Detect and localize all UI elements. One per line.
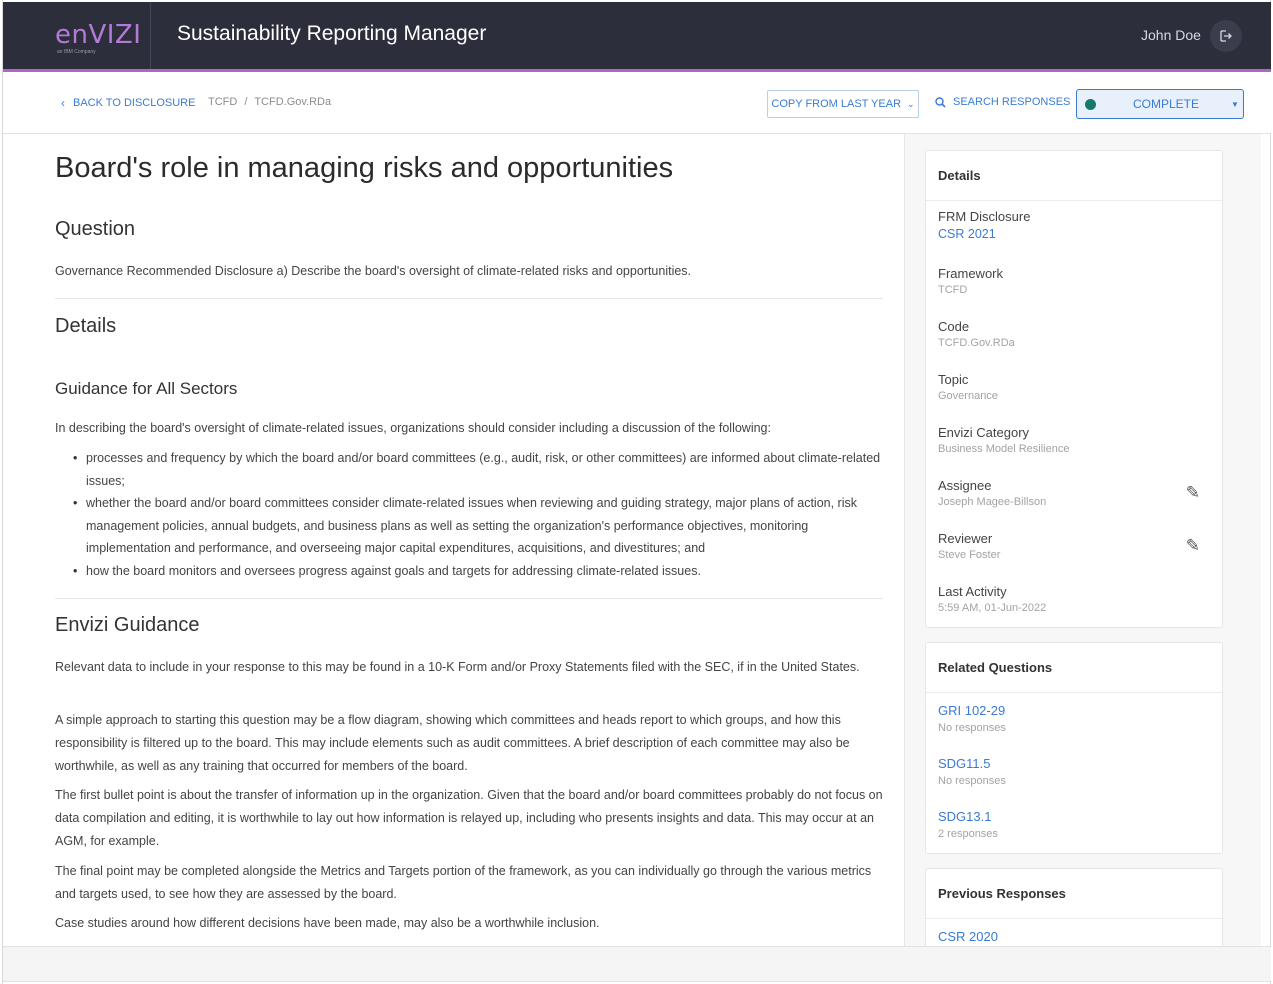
field-envizi-category: Envizi Category Business Model Resilienc… [938,425,1069,455]
field-label: Topic [938,372,969,387]
response-count: 2 responses [938,828,998,840]
status-dropdown[interactable]: COMPLETE ▼ [1076,89,1244,119]
previous-response-item: CSR 2020 [938,929,998,944]
details-heading: Details [55,315,117,337]
related-question-item: SDG11.5 No responses [938,756,1006,787]
question-text: Governance Recommended Disclosure a) Des… [55,264,692,278]
list-item: processes and frequency by which the boa… [73,447,883,492]
guidance-heading: Guidance for All Sectors [55,379,238,398]
main-content: Board's role in managing risks and oppor… [55,134,885,946]
list-item: whether the board and/or board committee… [73,492,883,560]
field-value: Joseph Magee-Billson [938,496,1047,508]
page-title: Board's role in managing risks and oppor… [55,152,674,184]
envizi-guidance-heading: Envizi Guidance [55,614,200,636]
action-toolbar: ‹ BACK TO DISCLOSURE TCFD / TCFD.Gov.RDa… [3,72,1271,134]
field-last-activity: Last Activity 5:59 AM, 01-Jun-2022 [938,584,1046,614]
footer-bar [3,946,1271,982]
details-card: Details FRM Disclosure CSR 2021 Framewor… [925,150,1223,628]
related-questions-card: Related Questions GRI 102-29 No response… [925,642,1223,854]
back-to-disclosure-link[interactable]: ‹ BACK TO DISCLOSURE [61,96,195,110]
field-value: TCFD.Gov.RDa [938,337,1015,349]
logo-text: enVIZI [55,20,142,50]
related-question-item: SDG13.1 2 responses [938,809,998,840]
logout-icon [1220,30,1232,42]
response-count: No responses [938,722,1006,734]
details-sidebar: Details FRM Disclosure CSR 2021 Framewor… [904,134,1261,946]
search-responses-button[interactable]: SEARCH RESPONSES [935,96,1070,108]
related-question-link[interactable]: GRI 102-29 [938,703,1006,718]
window-border-right [1270,0,1271,984]
field-label: Reviewer [938,531,993,546]
breadcrumb-framework[interactable]: TCFD [208,96,237,108]
divider [55,298,883,299]
back-label: BACK TO DISCLOSURE [73,97,196,109]
field-label: FRM Disclosure [938,209,1031,224]
status-value: COMPLETE [1133,97,1200,111]
edit-reviewer-icon[interactable]: ✎ [1186,536,1200,556]
app-title: Sustainability Reporting Manager [177,22,487,45]
breadcrumb-separator: / [244,96,248,108]
chevron-down-icon: ⌄ [907,98,915,109]
envizi-paragraph: Relevant data to include in your respons… [55,660,860,674]
previous-responses-card: Previous Responses CSR 2020 [925,868,1223,946]
field-code: Code TCFD.Gov.RDa [938,319,1015,349]
envizi-paragraph: The first bullet point is about the tran… [55,788,883,848]
window-border-left [2,0,3,984]
field-value: 5:59 AM, 01-Jun-2022 [938,602,1047,614]
related-question-link[interactable]: SDG11.5 [938,756,1006,771]
field-value: Business Model Resilience [938,443,1070,455]
field-assignee: Assignee Joseph Magee-Billson [938,478,1046,508]
field-frm-disclosure: FRM Disclosure CSR 2021 [938,209,1030,241]
brand-logo[interactable]: enVIZI an IBM Company [3,2,151,69]
search-icon [935,96,946,108]
field-label: Assignee [938,478,992,493]
top-header: enVIZI an IBM Company Sustainability Rep… [3,2,1271,72]
field-reviewer: Reviewer Steve Foster [938,531,1000,561]
field-label: Framework [938,266,1004,281]
question-heading: Question [55,218,136,240]
chevron-left-icon: ‹ [61,96,65,110]
user-name[interactable]: John Doe [1141,27,1201,43]
edit-assignee-icon[interactable]: ✎ [1186,483,1200,503]
envizi-paragraph: The final point may be completed alongsi… [55,864,872,901]
breadcrumb: TCFD / TCFD.Gov.RDa [208,96,335,108]
envizi-paragraph: A simple approach to starting this quest… [55,713,850,773]
guidance-intro: In describing the board's oversight of c… [55,421,771,435]
field-label: Last Activity [938,584,1007,599]
breadcrumb-code: TCFD.Gov.RDa [254,96,332,108]
guidance-list: processes and frequency by which the boa… [73,447,883,582]
related-question-link[interactable]: SDG13.1 [938,809,998,824]
previous-responses-heading: Previous Responses [926,869,1222,919]
related-questions-heading: Related Questions [926,643,1222,693]
field-label: Envizi Category [938,425,1030,440]
envizi-paragraph: Case studies around how different decisi… [55,916,600,930]
previous-response-link[interactable]: CSR 2020 [938,929,998,944]
status-dot-icon [1085,98,1096,110]
related-question-item: GRI 102-29 No responses [938,703,1006,734]
copy-label: COPY FROM LAST YEAR [771,98,902,110]
field-value: Steve Foster [938,549,1001,561]
logo-subtext: an IBM Company [57,49,96,55]
details-card-heading: Details [926,151,1222,201]
field-framework: Framework TCFD [938,266,1003,296]
field-topic: Topic Governance [938,372,998,402]
caret-down-icon: ▼ [1231,99,1239,109]
frm-disclosure-link[interactable]: CSR 2021 [938,227,1030,241]
list-item: how the board monitors and oversees prog… [73,560,883,583]
response-count: No responses [938,775,1006,787]
divider [55,598,883,599]
field-value: Governance [938,390,998,402]
search-label: SEARCH RESPONSES [953,96,1071,108]
field-value: TCFD [938,284,968,296]
field-label: Code [938,319,970,334]
logout-button[interactable] [1210,20,1242,52]
copy-from-last-year-button[interactable]: COPY FROM LAST YEAR ⌄ [767,90,919,118]
